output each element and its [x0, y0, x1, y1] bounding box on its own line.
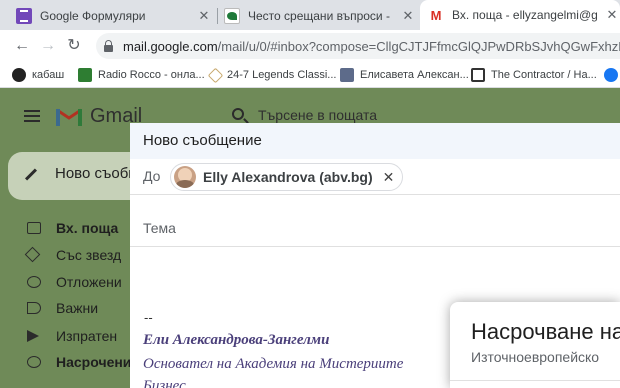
- bookmark-label: The Contractor / Ha...: [491, 69, 597, 81]
- bookmark-label: кабаш: [32, 69, 65, 81]
- forward-arrow-icon[interactable]: →: [38, 36, 58, 56]
- tab-title: Често срещани въпроси - Блог: [248, 9, 394, 23]
- sidebar-item-label: Със звезд: [56, 247, 122, 263]
- timezone-label: Източноевропейско: [471, 349, 600, 365]
- signature-name: Ели Александрова-Зангелми: [143, 332, 330, 348]
- bookmark-label: Елисавета Алексан...: [360, 69, 469, 81]
- search-input[interactable]: Търсене в пощата: [258, 107, 377, 123]
- bookmarks-bar: кабаш Radio Rocco - онла... 24-7 Legends…: [0, 62, 620, 88]
- recipient-chip[interactable]: Elly Alexandrova (abv.bg) ✕: [170, 163, 404, 191]
- back-arrow-icon[interactable]: ←: [12, 36, 32, 56]
- sidebar-item-label: Важни: [56, 300, 99, 316]
- reload-icon[interactable]: ↻: [64, 36, 84, 56]
- bookmark-contractor[interactable]: The Contractor / Ha...: [471, 66, 597, 84]
- sidebar-item-label: Насрочени: [56, 354, 132, 370]
- bookmark-label: 24-7 Legends Classi...: [227, 69, 337, 81]
- profile-icon: [340, 68, 354, 82]
- menu-icon[interactable]: [24, 110, 40, 122]
- compose-header[interactable]: Ново съобщение: [130, 123, 620, 159]
- radio-icon: [78, 68, 92, 82]
- compose-label: Ново съобщ: [55, 165, 141, 182]
- tab-title: Google Формуляри: [40, 9, 146, 23]
- signature-title: Основател на Академия на Мистериите: [143, 356, 404, 372]
- bookmark-legends[interactable]: 24-7 Legends Classi...: [207, 66, 337, 84]
- gmail-logo-icon: [56, 108, 82, 126]
- scheduled-icon: [27, 356, 41, 368]
- url-text: mail.google.com/mail/u/0/#inbox?compose=…: [123, 38, 620, 54]
- facebook-icon: [604, 68, 618, 82]
- signature-extra: Бизнес: [143, 378, 186, 388]
- subject-field[interactable]: Тема: [130, 211, 620, 247]
- signature-separator: --: [144, 310, 153, 325]
- address-bar[interactable]: mail.google.com/mail/u/0/#inbox?compose=…: [96, 33, 620, 59]
- dialog-title: Насрочване на: [471, 319, 620, 344]
- tab-gmail-active[interactable]: M Вх. поща - ellyzangelmi@gmail.c ✕: [420, 0, 620, 30]
- gmail-icon: M: [430, 7, 442, 23]
- browser-tab-strip: Google Формуляри ✕ Често срещани въпроси…: [0, 0, 620, 30]
- divider: [450, 380, 620, 381]
- tab-title: Вх. поща - ellyzangelmi@gmail.c: [452, 8, 598, 22]
- send-icon: [27, 330, 39, 342]
- bookmark-label: Radio Rocco - онла...: [98, 69, 205, 81]
- blog-icon: [224, 8, 240, 24]
- tab-blog[interactable]: Често срещани въпроси - Блог ✕: [224, 2, 416, 30]
- bookmark-kabash[interactable]: кабаш: [12, 66, 64, 84]
- to-label: До: [143, 168, 161, 184]
- legends-icon: [207, 67, 224, 83]
- close-icon[interactable]: ✕: [196, 8, 212, 24]
- tab-google-forms[interactable]: Google Формуляри ✕: [16, 2, 212, 30]
- sidebar-item-label: Изпратен: [56, 328, 118, 344]
- sidebar-item-label: Вх. поща: [56, 220, 119, 236]
- browser-toolbar: ← → ↻ mail.google.com/mail/u/0/#inbox?co…: [0, 30, 620, 62]
- search-icon[interactable]: [232, 108, 244, 120]
- kabash-icon: [12, 68, 26, 82]
- bookmark-facebook[interactable]: [604, 66, 620, 84]
- google-forms-icon: [16, 8, 32, 24]
- contractor-icon: [471, 68, 485, 82]
- subject-placeholder: Тема: [143, 220, 176, 236]
- close-icon[interactable]: ✕: [604, 7, 620, 23]
- compose-title: Ново съобщение: [143, 132, 262, 149]
- avatar: [174, 166, 196, 188]
- schedule-send-dialog: Насрочване на Източноевропейско: [450, 302, 620, 388]
- close-icon[interactable]: ✕: [383, 169, 395, 186]
- clock-icon: [27, 276, 41, 288]
- star-icon: [24, 246, 41, 263]
- label-important-icon: [27, 302, 41, 314]
- lock-icon: [104, 39, 113, 52]
- recipient-name: Elly Alexandrova (abv.bg): [203, 169, 373, 185]
- bookmark-elisaveta[interactable]: Елисавета Алексан...: [340, 66, 469, 84]
- close-icon[interactable]: ✕: [400, 8, 416, 24]
- sidebar-item-label: Отложени: [56, 274, 122, 290]
- inbox-icon: [27, 222, 41, 234]
- bookmark-radio-rocco[interactable]: Radio Rocco - онла...: [78, 66, 205, 84]
- tab-divider: [217, 8, 218, 24]
- to-field[interactable]: До Elly Alexandrova (abv.bg) ✕: [130, 159, 620, 195]
